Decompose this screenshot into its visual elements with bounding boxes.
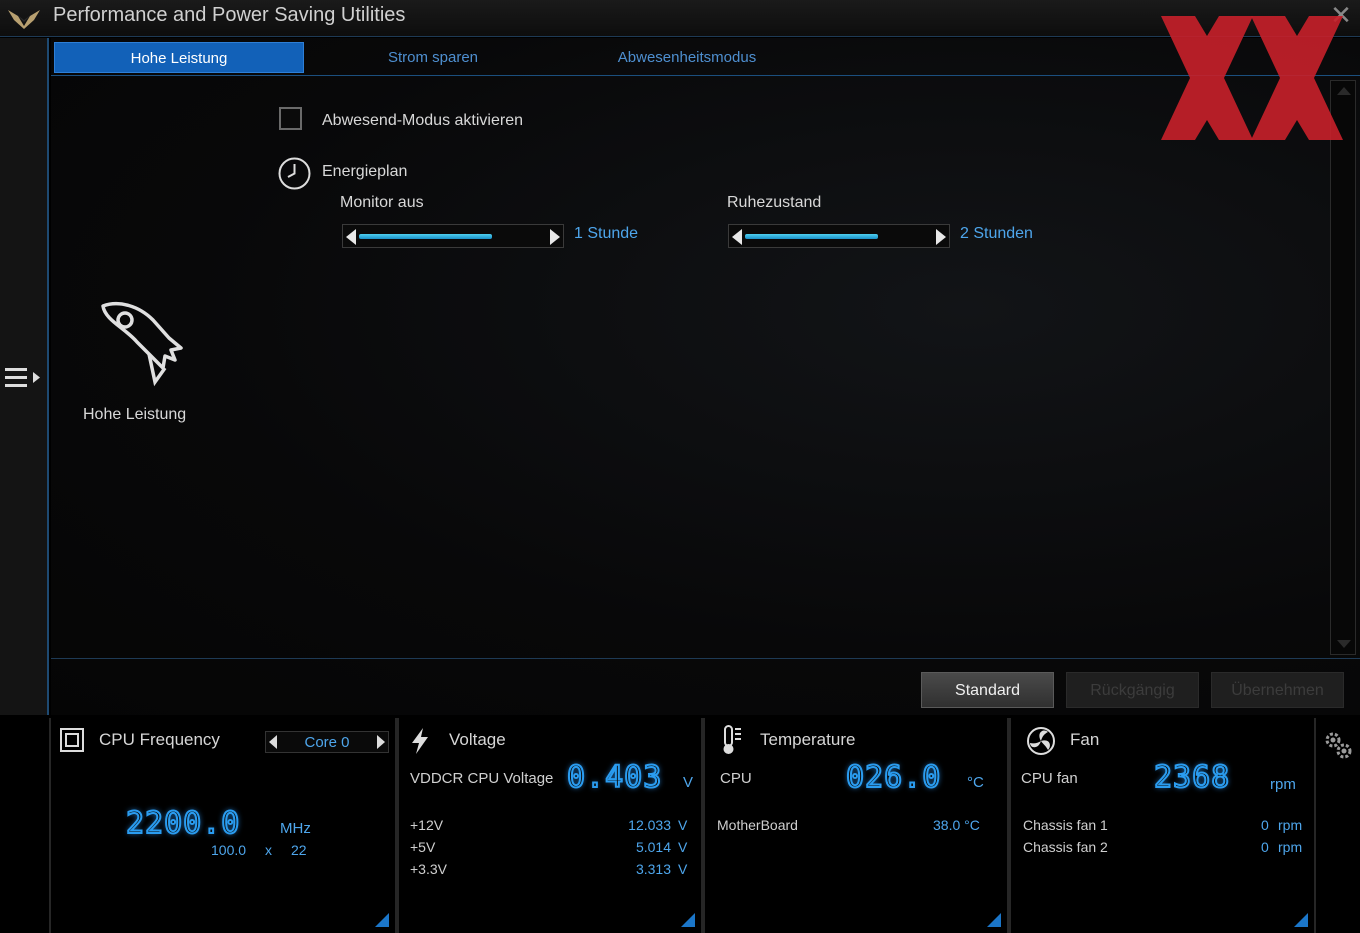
monitor-off-label: Monitor aus [340,194,424,211]
thermometer-icon [723,725,741,754]
voltage-row-label: +12V [410,817,444,833]
chassis-fan-label: Chassis fan 2 [1023,839,1108,855]
title-bar: Performance and Power Saving Utilities ✕ [0,0,1360,37]
lightning-icon [412,728,428,754]
hardware-monitor: CPU Frequency Core 0 2200.0 MHz 100.0 x … [0,715,1360,933]
chassis-fan-unit: rpm [1278,839,1303,855]
core-selector[interactable]: Core 0 [265,731,389,753]
tuf-logo-icon [8,10,40,29]
multiplier-x: x [265,842,272,858]
fan-panel: Fan CPU fan 2368 rpm Chassis fan 1 0 rpm… [1009,718,1316,933]
panel-resize-icon[interactable] [375,913,389,927]
apply-button[interactable]: Übernehmen [1211,672,1344,708]
temperature-title: Temperature [760,730,856,749]
chassis-fan-unit: rpm [1278,817,1303,833]
cpu-temp-value: 026.0 [845,759,942,796]
voltage-row-label: +3.3V [410,861,447,877]
window-title: Performance and Power Saving Utilities [53,4,406,26]
standard-button[interactable]: Standard [921,672,1054,708]
temperature-panel: Temperature CPU 026.0 °C MotherBoard 38.… [703,718,1009,933]
cpu-fan-label: CPU fan [1021,770,1078,787]
panel-resize-icon[interactable] [681,913,695,927]
voltage-title: Voltage [449,730,506,749]
chassis-fan-label: Chassis fan 1 [1023,817,1108,833]
tab-hohe-leistung[interactable]: Hohe Leistung [54,42,304,73]
away-mode-label: Abwesend-Modus aktivieren [322,112,523,129]
chassis-fan-value: 0 [1261,839,1269,855]
vddcr-label: VDDCR CPU Voltage [410,770,554,787]
voltage-panel: Voltage VDDCR CPU Voltage 0.403 V +12V 1… [397,718,703,933]
cpu-frequency-title: CPU Frequency [99,730,220,749]
cpu-frequency-value: 2200.0 [125,805,241,842]
mode-profile-label: Hohe Leistung [83,406,187,423]
settings-gear-icon[interactable] [1322,729,1354,761]
clock-icon [278,157,311,190]
rocket-icon[interactable] [97,298,187,388]
slider-right-arrow-icon[interactable] [936,229,946,245]
undo-button[interactable]: Rückgängig [1066,672,1199,708]
menu-expand-icon[interactable] [4,363,44,393]
away-mode-checkbox[interactable] [279,107,302,130]
voltage-row-unit: V [678,817,688,833]
xx-watermark-logo [1161,16,1343,140]
voltage-row-unit: V [678,861,688,877]
left-rail [0,38,49,715]
motherboard-temp-label: MotherBoard [717,817,798,833]
vddcr-unit: V [683,774,694,791]
voltage-row-value: 12.033 [628,817,671,833]
voltage-row-value: 3.313 [635,861,671,877]
sleep-label: Ruhezustand [727,194,822,211]
cpu-chip-icon [60,728,84,752]
scrollbar[interactable] [1330,80,1356,655]
cpu-fan-value: 2368 [1153,759,1231,796]
cpu-temp-unit: °C [967,774,984,791]
core-next-icon[interactable] [377,735,385,749]
panel-resize-icon[interactable] [1294,913,1308,927]
sleep-slider[interactable] [728,224,950,248]
scroll-down-icon[interactable] [1337,640,1351,648]
tab-strom-sparen[interactable]: Strom sparen [308,42,558,73]
sleep-value: 2 Stunden [960,225,1033,242]
slider-left-arrow-icon[interactable] [732,229,742,245]
cpu-frequency-panel: CPU Frequency Core 0 2200.0 MHz 100.0 x … [49,718,397,933]
panel-resize-icon[interactable] [987,913,1001,927]
tab-abwesenheitsmodus[interactable]: Abwesenheitsmodus [562,42,812,73]
cpu-temp-label: CPU [720,770,752,787]
voltage-row-label: +5V [410,839,436,855]
bclk-value: 100.0 [211,842,247,858]
fan-title: Fan [1070,730,1100,749]
energy-plan-label: Energieplan [322,163,408,180]
multiplier-value: 22 [291,842,307,858]
vddcr-value: 0.403 [566,759,663,796]
slider-track[interactable] [359,234,492,239]
slider-right-arrow-icon[interactable] [550,229,560,245]
voltage-row-unit: V [678,839,688,855]
monitor-off-value: 1 Stunde [574,225,639,242]
fan-icon [1027,727,1055,755]
cpu-frequency-unit: MHz [280,820,311,837]
voltage-row-value: 5.014 [635,839,671,855]
core-selector-value: Core 0 [304,734,350,751]
slider-track[interactable] [745,234,878,239]
motherboard-temp-value: 38.0 °C [933,817,980,833]
action-bar: Standard Rückgängig Übernehmen [51,658,1360,715]
slider-left-arrow-icon[interactable] [346,229,356,245]
monitor-off-slider[interactable] [342,224,564,248]
chassis-fan-value: 0 [1261,817,1269,833]
cpu-fan-unit: rpm [1270,776,1296,793]
